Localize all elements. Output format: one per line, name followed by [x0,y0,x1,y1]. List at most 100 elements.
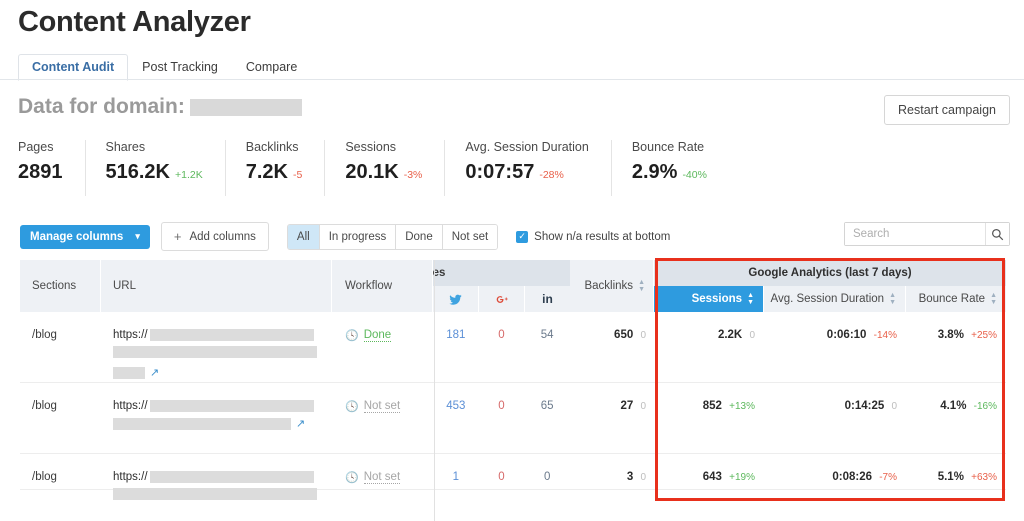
bounce-cell: 5.1% +63% [906,471,1006,489]
column-header-googleplus[interactable] [479,286,525,312]
column-header-sessions[interactable]: Sessions ▲ ▼ [654,286,764,312]
filter-all[interactable]: All [287,224,320,249]
cell-google-analytics: 852 +13% 0:14:25 0 4.1% -16% [654,383,1006,453]
metric-bounce-rate: Bounce Rate 2.9% -40% [632,140,729,196]
column-group-google-analytics: Google Analytics (last 7 days) Sessions … [654,260,1006,312]
domain-label: Data for domain: [18,95,185,118]
duration-delta: -7% [879,472,897,483]
external-link-icon[interactable]: ↗ [150,366,159,379]
bounce-cell: 4.1% -16% [906,400,1006,453]
filter-not-set[interactable]: Not set [442,224,498,249]
manage-columns-label: Manage columns [30,230,124,243]
workflow-status[interactable]: Done [363,329,392,342]
external-link-icon[interactable]: ↗ [296,417,305,430]
sessions-value: 852 [702,400,722,412]
table-row[interactable]: /blog https:// ↗ 🕓 Not set 453 0 65 27 0… [20,383,1006,454]
metric-value: 516.2K [105,161,171,183]
cell-google-analytics: 643 +19% 0:08:26 -7% 5.1% +63% [654,454,1006,489]
bounce-value: 5.1% [937,471,964,483]
metric-delta: -28% [539,169,564,181]
table-row[interactable]: /blog https:// ↗ 🕓 Done 181 0 54 650 0 2… [20,312,1006,383]
tab-post-tracking[interactable]: Post Tracking [128,54,232,81]
column-header-twitter[interactable] [433,286,479,312]
sessions-cell: 643 +19% [654,471,764,489]
sort-icon[interactable]: ▲ ▼ [990,292,997,306]
shares-twitter[interactable]: 181 [433,329,479,382]
column-header-avg-session-duration[interactable]: Avg. Session Duration ▲ ▼ [764,286,906,312]
search-box [844,222,1010,246]
sort-icon[interactable]: ▲ ▼ [638,279,645,293]
bounce-delta: +25% [971,330,997,341]
column-header-bounce-rate[interactable]: Bounce Rate ▲ ▼ [906,286,1006,312]
ga-group-label: Google Analytics (last 7 days) [654,260,1006,286]
show-na-checkbox[interactable]: ✓ Show n/a results at bottom [516,230,671,243]
metric-avg-session-duration: Avg. Session Duration 0:07:57 -28% [465,140,612,196]
bounce-delta: +63% [971,472,997,483]
metric-shares: Shares 516.2K +1.2K [106,140,226,196]
tab-content-audit[interactable]: Content Audit [18,54,129,81]
add-columns-button[interactable]: + Add columns [160,222,269,251]
metric-value: 20.1K [345,161,399,183]
metric-value: 0:07:57 [465,161,535,183]
duration-delta: 0 [891,401,897,412]
show-na-label: Show n/a results at bottom [534,230,671,243]
shares-linkedin[interactable]: 0 [524,471,570,489]
cell-google-analytics: 2.2K 0 0:06:10 -14% 3.8% +25% [654,312,1006,382]
cell-workflow[interactable]: 🕓 Done [332,312,433,382]
column-header-workflow[interactable]: Workflow [332,260,433,312]
cell-workflow[interactable]: 🕓 Not set [332,454,433,489]
url-protocol: https:// [113,400,148,412]
domain-row: Data for domain: [18,95,302,119]
search-button[interactable] [985,223,1009,245]
cell-shares: 181 0 54 [433,312,570,382]
duration-delta: -14% [873,330,897,341]
sort-icon[interactable]: ▲ ▼ [889,292,896,306]
url-redacted-part [113,417,291,430]
duration-cell: 0:08:26 -7% [764,471,906,489]
column-header-url[interactable]: URL [101,260,332,312]
url-redacted-part [149,329,314,341]
duration-value: 0:06:10 [826,329,867,341]
frozen-column-divider [434,260,435,521]
shares-linkedin[interactable]: 65 [524,400,570,453]
bounce-cell: 3.8% +25% [906,329,1006,382]
shares-group-label: Shares [433,260,570,286]
bounce-label: Bounce Rate [918,293,986,305]
clock-icon: 🕓 [345,330,359,342]
metric-value: 2.9% [631,161,678,183]
filter-done[interactable]: Done [396,224,443,249]
backlinks-delta: 0 [640,472,646,483]
status-filter-group: All In progress Done Not set [286,223,499,250]
column-header-linkedin[interactable]: in [525,286,570,312]
shares-googleplus[interactable]: 0 [479,400,525,453]
shares-linkedin[interactable]: 54 [524,329,570,382]
workflow-status[interactable]: Not set [363,471,401,484]
shares-twitter[interactable]: 1 [433,471,479,489]
workflow-status[interactable]: Not set [363,400,401,413]
metric-delta: +1.2K [175,169,203,181]
backlinks-delta: 0 [640,401,646,412]
shares-googleplus[interactable]: 0 [479,471,525,489]
duration-label: Avg. Session Duration [770,293,885,305]
metric-backlinks: Backlinks 7.2K -5 [246,140,326,196]
cell-url: https:// ↗ [101,383,332,453]
search-input[interactable] [845,223,985,245]
manage-columns-button[interactable]: Manage columns ▾ [20,224,150,249]
table-row[interactable]: /blog https:// 🕓 Not set 1 0 0 3 0 643 +… [20,454,1006,500]
plus-icon: + [173,229,182,244]
tab-compare[interactable]: Compare [232,54,311,81]
cell-workflow[interactable]: 🕓 Not set [332,383,433,453]
linkedin-icon: in [542,292,553,306]
restart-campaign-button[interactable]: Restart campaign [884,95,1010,125]
column-header-sections[interactable]: Sections [20,260,101,312]
column-header-backlinks[interactable]: Backlinks ▲ ▼ [570,260,654,312]
backlinks-value: 27 [620,400,634,412]
sessions-value: 2.2K [717,329,743,341]
filter-in-progress[interactable]: In progress [319,224,397,249]
column-group-shares: Shares in [433,260,570,312]
shares-googleplus[interactable]: 0 [479,329,525,382]
content-analyzer-page: Content Analyzer Content Audit Post Trac… [0,0,1024,521]
shares-twitter[interactable]: 453 [433,400,479,453]
sort-icon[interactable]: ▲ ▼ [747,292,754,306]
chevron-down-icon: ▾ [135,231,140,241]
